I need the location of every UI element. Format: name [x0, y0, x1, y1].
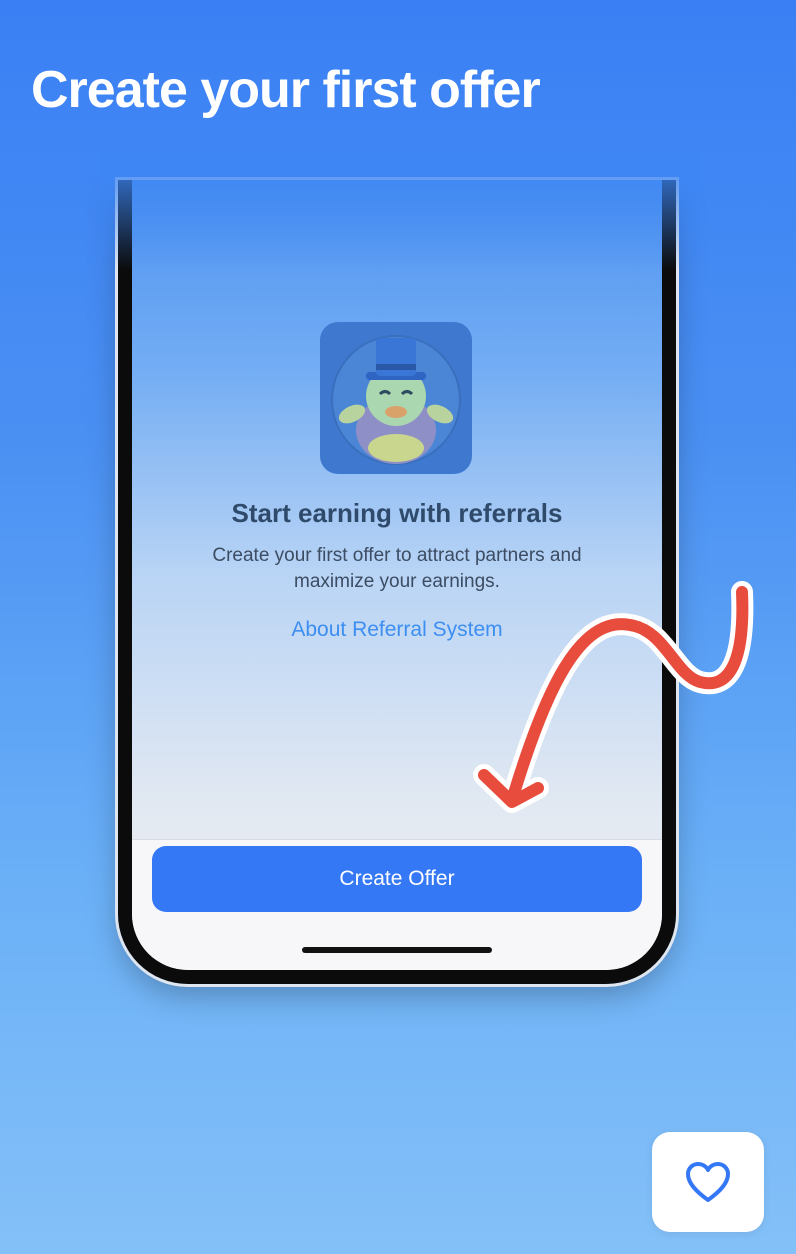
- bottom-action-bar: Create Offer: [132, 839, 662, 970]
- page-title: Create your first offer: [31, 61, 541, 119]
- create-offer-button[interactable]: Create Offer: [152, 846, 642, 912]
- home-indicator: [302, 947, 492, 953]
- duck-mascot-icon: [320, 322, 472, 474]
- phone-mockup: Start earning with referrals Create your…: [118, 180, 676, 984]
- about-referral-system-link[interactable]: About Referral System: [132, 618, 662, 642]
- heart-icon: [686, 1162, 730, 1202]
- favorite-button[interactable]: [652, 1132, 764, 1232]
- empty-state-description: Create your first offer to attract partn…: [212, 545, 582, 592]
- phone-screen: Start earning with referrals Create your…: [132, 180, 662, 970]
- empty-state-title: Start earning with referrals: [231, 498, 563, 528]
